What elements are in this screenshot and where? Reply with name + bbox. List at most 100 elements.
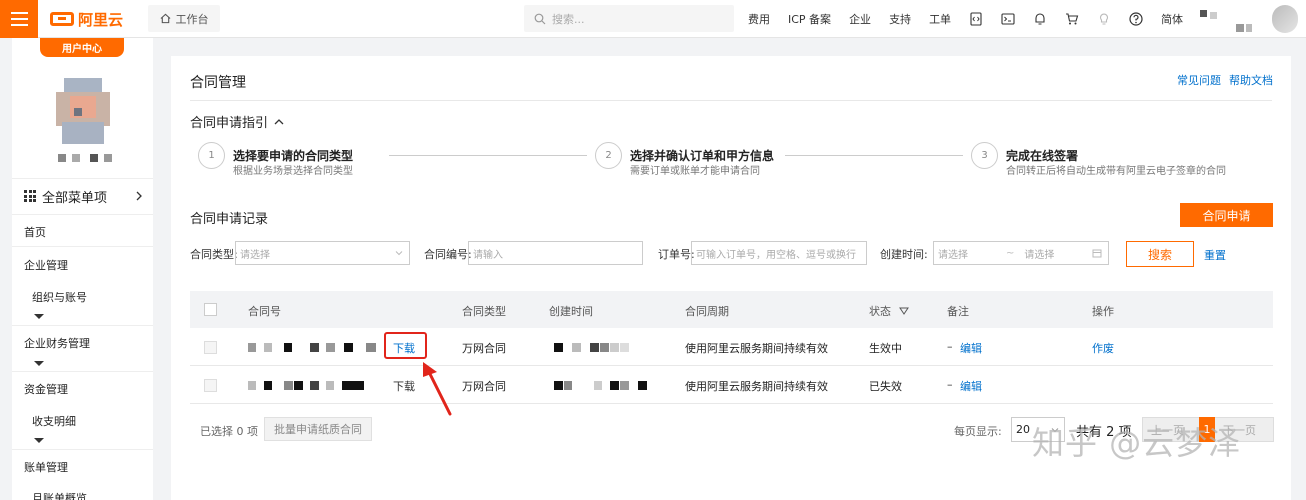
sidebar-item-transactions[interactable]: 收支明细 [32, 413, 76, 429]
nav-billing[interactable]: 费用 [748, 11, 770, 27]
sidebar-avatar [56, 78, 110, 144]
caret-down-icon[interactable] [34, 361, 44, 366]
download-link[interactable]: 下载 [393, 378, 415, 394]
sidebar-item-bills[interactable]: 账单管理 [24, 459, 68, 475]
created-time-redacted [554, 343, 644, 352]
header-contract-number: 合同号 [248, 305, 281, 318]
sidebar-divider [12, 371, 153, 372]
contract-number-redacted [248, 343, 376, 352]
nav-enterprise[interactable]: 企业 [849, 11, 871, 27]
cart-icon[interactable] [1065, 12, 1079, 26]
step-number: 2 [595, 142, 622, 169]
select-all-checkbox[interactable] [204, 303, 217, 316]
sidebar-item-funds[interactable]: 资金管理 [24, 381, 68, 397]
row-checkbox[interactable] [204, 379, 217, 392]
user-avatar[interactable] [1272, 5, 1298, 33]
hamburger-menu-button[interactable] [0, 0, 38, 38]
step-number: 1 [198, 142, 225, 169]
lightbulb-icon[interactable] [1097, 12, 1111, 26]
code-icon[interactable] [969, 12, 983, 26]
help-links: 常见问题 帮助文档 [1177, 72, 1273, 88]
annotation-arrow-icon [423, 362, 452, 416]
header-contract-type: 合同类型 [462, 305, 506, 318]
sidebar: 用户中心 全部菜单项 首页 企业管理 组织与账号 企业财务管理 资金管理 收支明… [12, 38, 153, 500]
grid-icon [24, 190, 36, 202]
aliyun-logo[interactable]: 阿里云 [50, 8, 123, 30]
header-created-time: 创建时间 [549, 305, 593, 318]
guide-toggle[interactable]: 合同申请指引 [190, 112, 284, 131]
contract-type-placeholder: 请选择 [240, 249, 270, 261]
status-cell: 生效中 [869, 342, 902, 355]
apply-contract-button[interactable]: 合同申请 [1180, 203, 1273, 227]
sidebar-divider [12, 178, 153, 179]
guide-title: 合同申请指引 [190, 116, 269, 131]
sidebar-item-enterprise[interactable]: 企业管理 [24, 257, 68, 273]
chevron-right-icon [136, 191, 142, 201]
per-page-value: 20 [1016, 423, 1030, 436]
created-time-redacted [554, 381, 648, 390]
guide-step-2: 2 选择并确认订单和甲方信息 需要订单或账单才能申请合同 [595, 142, 774, 180]
language-switch[interactable]: 简体 [1161, 11, 1183, 27]
search-icon [534, 13, 546, 24]
step-title: 完成在线签署 [1006, 149, 1079, 163]
contract-number-input[interactable]: 请输入 [468, 241, 643, 265]
bell-icon[interactable] [1033, 12, 1047, 26]
logo-icon [50, 12, 74, 26]
search-button[interactable]: 搜索 [1126, 241, 1194, 267]
order-number-placeholder: 可输入订单号，用空格、逗号或换行 [696, 249, 856, 261]
header-status-label: 状态 [869, 305, 891, 318]
workbench-label: 工作台 [175, 12, 209, 26]
remark-dash: – [947, 378, 953, 391]
sidebar-divider [12, 246, 153, 247]
help-docs-link[interactable]: 帮助文档 [1229, 72, 1273, 88]
per-page-label: 每页显示: [954, 425, 1002, 438]
user-center-tab[interactable]: 用户中心 [40, 38, 124, 57]
all-menu-items[interactable]: 全部菜单项 [24, 186, 144, 206]
step-description: 根据业务场景选择合同类型 [233, 166, 353, 177]
chevron-up-icon [274, 118, 284, 124]
guide-step-1: 1 选择要申请的合同类型 根据业务场景选择合同类型 [198, 142, 353, 180]
sidebar-item-monthly-bill[interactable]: 月账单概览 [32, 490, 87, 500]
workbench-button[interactable]: 工作台 [148, 5, 220, 32]
logo-text: 阿里云 [78, 10, 124, 29]
batch-paper-contract-button[interactable]: 批量申请纸质合同 [264, 417, 372, 441]
nav-ticket[interactable]: 工单 [929, 11, 951, 27]
caret-down-icon[interactable] [34, 314, 44, 319]
records-title: 合同申请记录 [190, 212, 269, 227]
period-cell: 使用阿里云服务期间持续有效 [685, 380, 828, 393]
global-search-input[interactable]: 搜索... [524, 5, 734, 32]
header-status[interactable]: 状态 [869, 303, 909, 319]
end-date-placeholder[interactable]: 请选择 [1024, 246, 1054, 261]
status-cell: 已失效 [869, 380, 902, 393]
calendar-icon[interactable] [1092, 248, 1102, 258]
sidebar-divider [12, 325, 153, 326]
reset-link[interactable]: 重置 [1204, 247, 1226, 263]
header-actions: 操作 [1092, 305, 1114, 318]
terminal-icon[interactable] [1001, 12, 1015, 26]
caret-down-icon[interactable] [34, 438, 44, 443]
sidebar-item-org-account[interactable]: 组织与账号 [32, 289, 87, 305]
order-number-input[interactable]: 可输入订单号，用空格、逗号或换行 [691, 241, 867, 265]
step-number: 3 [971, 142, 998, 169]
contract-type-select[interactable]: 请选择 [235, 241, 410, 265]
edit-remark-link[interactable]: 编辑 [960, 378, 982, 394]
contract-number-redacted [248, 381, 368, 390]
filter-icon[interactable] [899, 306, 909, 316]
sidebar-divider [12, 449, 153, 450]
void-contract-link[interactable]: 作废 [1092, 340, 1114, 356]
step-description: 合同转正后将自动生成带有阿里云电子签章的合同 [1006, 166, 1226, 177]
help-icon[interactable] [1129, 12, 1143, 26]
nav-icp[interactable]: ICP 备案 [788, 11, 831, 27]
row-checkbox[interactable] [204, 341, 217, 354]
sidebar-item-home[interactable]: 首页 [24, 224, 46, 240]
nav-support[interactable]: 支持 [889, 11, 911, 27]
created-time-range[interactable]: 请选择 ~ 请选择 [933, 241, 1109, 265]
download-highlight-box [384, 332, 427, 359]
faq-link[interactable]: 常见问题 [1177, 72, 1221, 88]
edit-remark-link[interactable]: 编辑 [960, 340, 982, 356]
sidebar-item-enterprise-finance[interactable]: 企业财务管理 [24, 335, 90, 351]
search-placeholder: 搜索... [552, 12, 585, 26]
period-cell: 使用阿里云服务期间持续有效 [685, 342, 828, 355]
sidebar-username-redacted [58, 154, 112, 162]
start-date-placeholder[interactable]: 请选择 [938, 246, 968, 261]
